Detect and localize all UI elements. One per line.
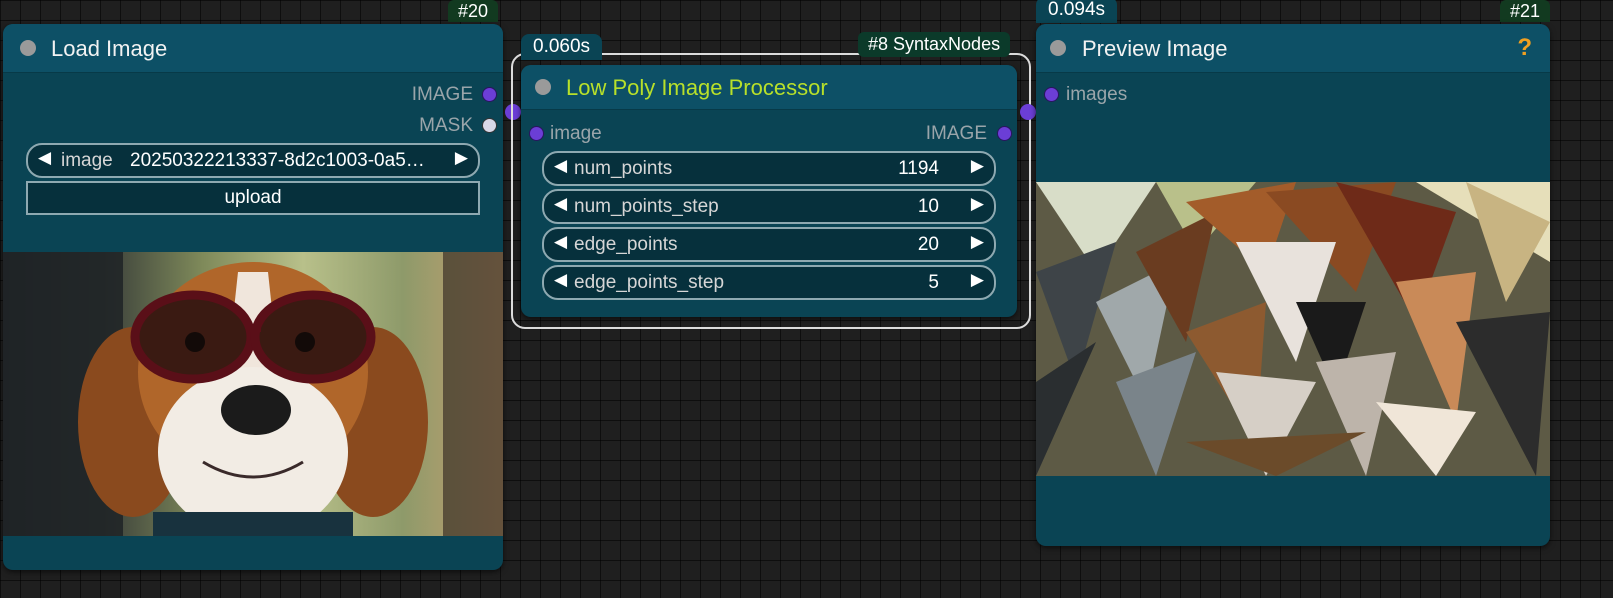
preview-image-node[interactable]: Preview Image ? images	[1036, 24, 1550, 546]
low-poly-preview-image	[1036, 182, 1550, 476]
widget-name: num_points_step	[574, 196, 719, 217]
collapse-dot[interactable]	[535, 79, 551, 95]
number-widget-edge-points[interactable]: ◀ edge_points 20 ▶	[542, 227, 996, 262]
output-label-mask: MASK	[419, 115, 473, 136]
decrement-arrow-icon[interactable]: ◀	[554, 270, 567, 290]
widget-value: 20	[917, 234, 939, 255]
decrement-arrow-icon[interactable]: ◀	[554, 232, 567, 252]
number-widget-num-points-step[interactable]: ◀ num_points_step 10 ▶	[542, 189, 996, 224]
execution-time: 0.094s	[1036, 0, 1118, 23]
number-widget-edge-points-step[interactable]: ◀ edge_points_step 5 ▶	[542, 265, 996, 300]
input-label-image: image	[550, 123, 602, 144]
output-slot-image[interactable]	[482, 87, 497, 102]
image-combo-widget[interactable]: ◀ image 20250322213337-8d2c1003-0a5… ▶	[26, 143, 480, 178]
node-header[interactable]: Low Poly Image Processor	[521, 65, 1017, 110]
node-title: Preview Image	[1082, 36, 1228, 61]
widget-value: 20250322213337-8d2c1003-0a5…	[130, 150, 425, 171]
widget-value: 10	[917, 196, 939, 217]
node-title: Low Poly Image Processor	[566, 75, 828, 100]
increment-arrow-icon[interactable]: ▶	[455, 148, 468, 168]
input-slot-images[interactable]	[1044, 87, 1059, 102]
widget-name: edge_points_step	[574, 272, 725, 293]
collapse-dot[interactable]	[20, 40, 36, 56]
node-title: Load Image	[51, 36, 168, 61]
load-image-node[interactable]: Load Image IMAGE MASK ◀ image 2025032221…	[3, 24, 503, 570]
beagle-photo-icon	[3, 252, 503, 536]
execution-time: 0.060s	[521, 34, 603, 60]
output-slot-mask[interactable]	[482, 118, 497, 133]
decrement-arrow-icon[interactable]: ◀	[554, 156, 567, 176]
increment-arrow-icon[interactable]: ▶	[971, 156, 984, 176]
node-id-badge: #20	[448, 0, 499, 22]
output-slot-image[interactable]	[997, 126, 1012, 141]
widget-name: edge_points	[574, 234, 678, 255]
increment-arrow-icon[interactable]: ▶	[971, 194, 984, 214]
node-source-badge: #8 SyntaxNodes	[858, 32, 1011, 57]
node-header[interactable]: Load Image	[3, 24, 503, 73]
widget-value: 5	[928, 272, 939, 293]
low-poly-dog-icon	[1036, 182, 1550, 476]
input-slot-image[interactable]	[529, 126, 544, 141]
link-wire[interactable]	[1020, 104, 1036, 120]
widget-value: 1194	[898, 158, 939, 179]
increment-arrow-icon[interactable]: ▶	[971, 232, 984, 252]
decrement-arrow-icon[interactable]: ◀	[554, 194, 567, 214]
upload-button[interactable]: upload	[26, 181, 480, 215]
node-id-badge: #21	[1500, 0, 1551, 22]
low-poly-node[interactable]: Low Poly Image Processor image IMAGE ◀ n…	[521, 65, 1017, 317]
number-widget-num-points[interactable]: ◀ num_points 1194 ▶	[542, 151, 996, 186]
node-header[interactable]: Preview Image ?	[1036, 24, 1550, 73]
widget-name: image	[61, 150, 113, 171]
increment-arrow-icon[interactable]: ▶	[971, 270, 984, 290]
widget-name: num_points	[574, 158, 673, 179]
help-icon[interactable]: ?	[1517, 34, 1532, 62]
image-preview	[3, 252, 503, 536]
decrement-arrow-icon[interactable]: ◀	[38, 148, 51, 168]
output-label-image: IMAGE	[925, 123, 987, 144]
output-label-image: IMAGE	[411, 84, 473, 105]
input-label-images: images	[1066, 84, 1128, 105]
collapse-dot[interactable]	[1050, 40, 1066, 56]
